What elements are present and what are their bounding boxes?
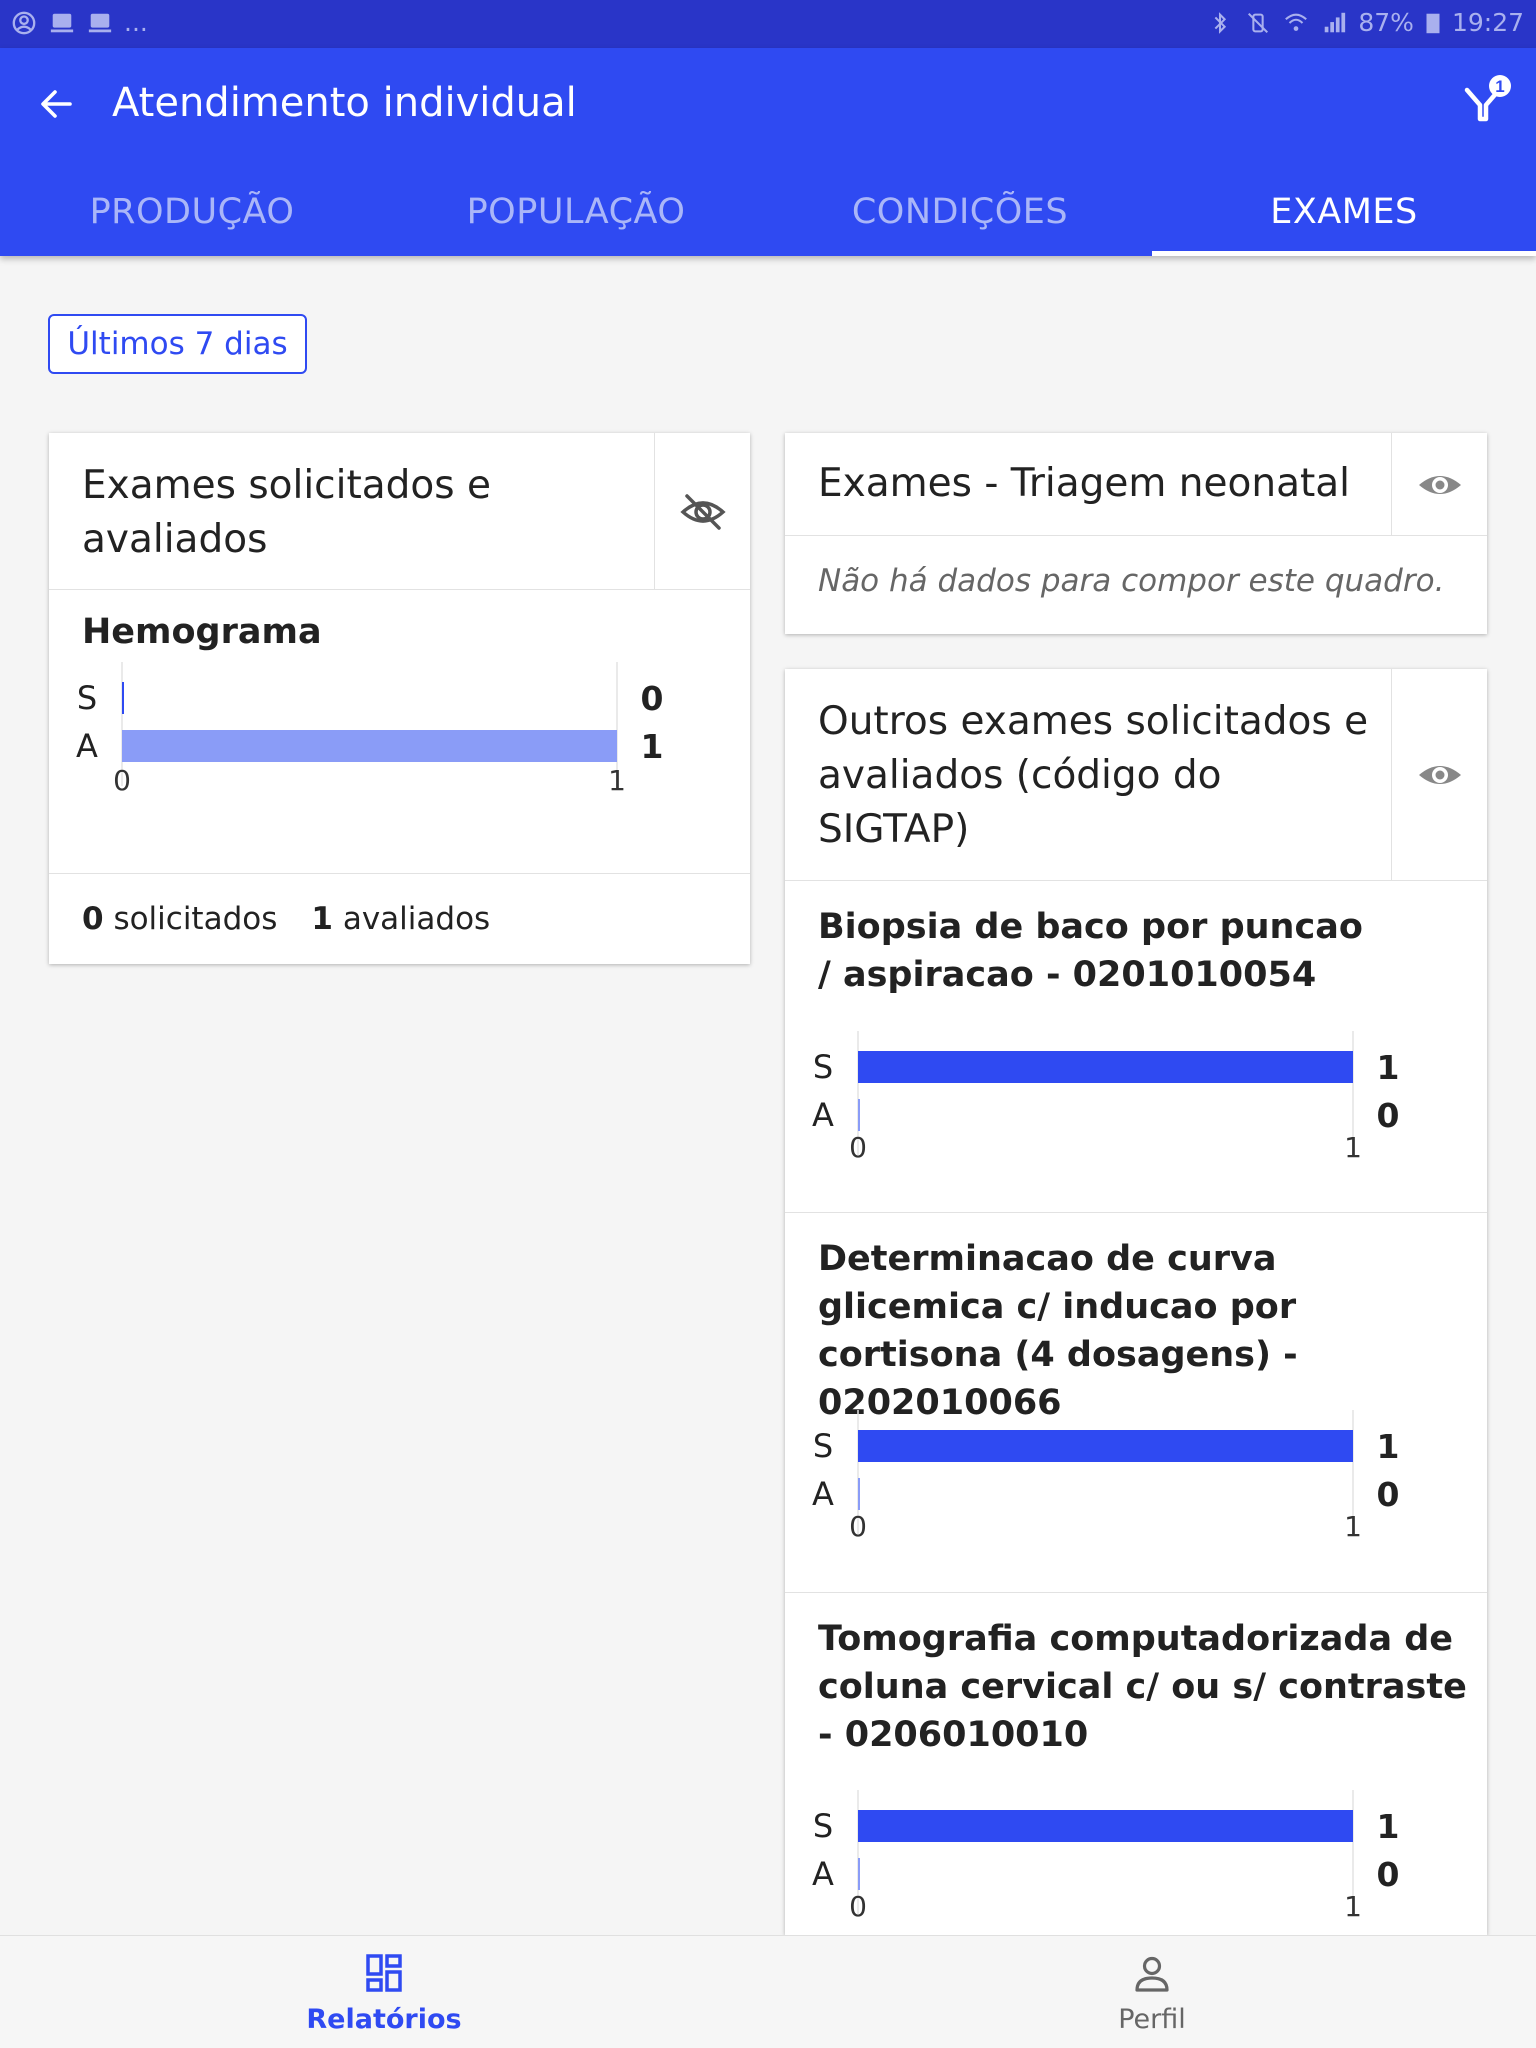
filter-badge: 1 [1495, 77, 1504, 96]
category-label: A [812, 1096, 834, 1134]
tab-exames[interactable]: EXAMES [1152, 168, 1536, 256]
tab-populacao[interactable]: POPULAÇÃO [384, 168, 768, 256]
arrow-left-icon [41, 90, 72, 118]
bar [122, 682, 124, 714]
nav-relatorios[interactable]: Relatórios [0, 1936, 768, 2048]
eye-icon [1418, 766, 1461, 784]
x-tick-label: 1 [1344, 1510, 1362, 1543]
signal-icon [1325, 12, 1346, 32]
card-triagem-neonatal: Exames - Triagem neonatal Não há dados p… [785, 433, 1487, 634]
bluetooth-icon [1215, 11, 1227, 34]
bar-chart: 0 1S 0A 1 [76, 662, 664, 797]
bar [858, 1478, 860, 1510]
eye-icon [1418, 475, 1461, 494]
card-exames-solicitados-avaliados: Exames solicitados e avaliados Hemograma… [49, 433, 750, 964]
x-tick-label: 1 [1344, 1890, 1362, 1923]
nav-label: Perfil [1118, 2004, 1186, 2035]
bar [858, 1099, 860, 1131]
laptop-icon [88, 13, 112, 32]
person-icon [1135, 1956, 1169, 1992]
status-bar-notifications: ... [10, 8, 148, 37]
x-tick-label: 1 [1344, 1131, 1362, 1164]
card-title: Exames - Triagem neonatal [818, 461, 1351, 506]
category-label: S [813, 1048, 833, 1086]
chart-hemograma: Hemograma 01S0A1 [49, 590, 750, 806]
card-header: Exames solicitados e avaliados [49, 433, 750, 590]
value-label: 0 [641, 679, 664, 718]
chart-title: Determinacao de curva glicemica c/ induc… [818, 1239, 1298, 1423]
tab-condicoes[interactable]: CONDIÇÕES [768, 168, 1152, 256]
bar [122, 730, 617, 762]
card-title: Exames solicitados e avaliados [82, 463, 491, 562]
x-tick-label: 0 [849, 1890, 867, 1923]
battery-percent: 87% [1358, 8, 1414, 37]
eye-off-icon [679, 493, 726, 530]
x-tick-label: 0 [113, 764, 131, 797]
filter-button[interactable]: 1 [1454, 72, 1514, 132]
bar [858, 1858, 860, 1890]
bar [858, 1430, 1353, 1462]
battery-icon [1426, 13, 1440, 33]
status-bar-system: 87% 19:27 [1206, 8, 1524, 37]
bar-chart: 0 1S 1A 0 [812, 1410, 1400, 1543]
card-title: Outros exames solicitados e avaliados (c… [818, 699, 1369, 852]
toggle-visibility-button[interactable] [1391, 669, 1487, 881]
value-label: 1 [641, 727, 664, 766]
summary-counts: 0 solicitados 1 avaliados [82, 901, 490, 937]
toggle-visibility-button[interactable] [654, 433, 750, 590]
empty-state-message: Não há dados para compor este quadro. [818, 563, 1445, 599]
bar-chart: 0 1S 1A 0 [812, 1031, 1400, 1164]
more-notifications: ... [124, 8, 148, 37]
category-label: S [77, 679, 97, 717]
category-label: A [812, 1855, 834, 1893]
bar [858, 1810, 1353, 1842]
value-label: 0 [1377, 1475, 1400, 1514]
bar-chart: 0 1S 1A 0 [812, 1790, 1400, 1923]
value-label: 1 [1377, 1048, 1400, 1087]
value-label: 0 [1377, 1855, 1400, 1894]
status-bar: ... 87% 19:27 [0, 0, 1536, 48]
value-label: 1 [1377, 1427, 1400, 1466]
tab-bar: PRODUÇÃO POPULAÇÃO CONDIÇÕES EXAMES [0, 168, 1536, 256]
dashboard-icon [366, 1954, 402, 1992]
account-circle-icon [12, 11, 36, 34]
category-label: A [812, 1475, 834, 1513]
app-bar: Atendimento individual 1 PRODUÇÃO POPULA… [0, 48, 1536, 256]
chart-curva-glicemica: Determinacao de curva glicemica c/ induc… [785, 1213, 1487, 1593]
card-outros-exames: Outros exames solicitados e avaliados (c… [785, 669, 1487, 1935]
chart-biopsia-baco: Biopsia de baco por puncao / aspiracao -… [785, 881, 1487, 1213]
chart-tomografia-cervical: Tomografia computadorizada de coluna cer… [785, 1593, 1487, 1935]
chart-title: Biopsia de baco por puncao / aspiracao -… [818, 907, 1363, 995]
nav-perfil[interactable]: Perfil [768, 1936, 1536, 2048]
filter-icon: 1 [1464, 75, 1511, 122]
page-title: Atendimento individual [112, 80, 577, 126]
card-header: Exames - Triagem neonatal [785, 433, 1487, 536]
x-tick-label: 0 [849, 1510, 867, 1543]
value-label: 0 [1377, 1096, 1400, 1135]
wifi-icon [1285, 13, 1308, 31]
period-filter-chip[interactable]: Últimos 7 dias [48, 314, 307, 374]
bottom-navigation: Relatórios Perfil [0, 1935, 1536, 2048]
category-label: A [76, 727, 98, 765]
summary-solicitados: 0 solicitados [82, 901, 278, 937]
chart-title: Tomografia computadorizada de coluna cer… [818, 1619, 1467, 1755]
category-label: S [813, 1427, 833, 1465]
bar [858, 1051, 1353, 1083]
summary-avaliados: 1 avaliados [311, 901, 491, 937]
value-label: 1 [1377, 1807, 1400, 1846]
card-header: Outros exames solicitados e avaliados (c… [785, 669, 1487, 881]
tab-producao[interactable]: PRODUÇÃO [0, 168, 384, 256]
clock: 19:27 [1451, 8, 1524, 37]
divider [49, 873, 750, 874]
back-button[interactable] [30, 78, 82, 130]
x-tick-label: 0 [849, 1131, 867, 1164]
nav-label: Relatórios [306, 2004, 462, 2035]
x-tick-label: 1 [608, 764, 626, 797]
vibrate-mute-icon [1248, 12, 1269, 33]
laptop-icon [50, 13, 74, 32]
category-label: S [813, 1807, 833, 1845]
toggle-visibility-button[interactable] [1391, 433, 1487, 536]
